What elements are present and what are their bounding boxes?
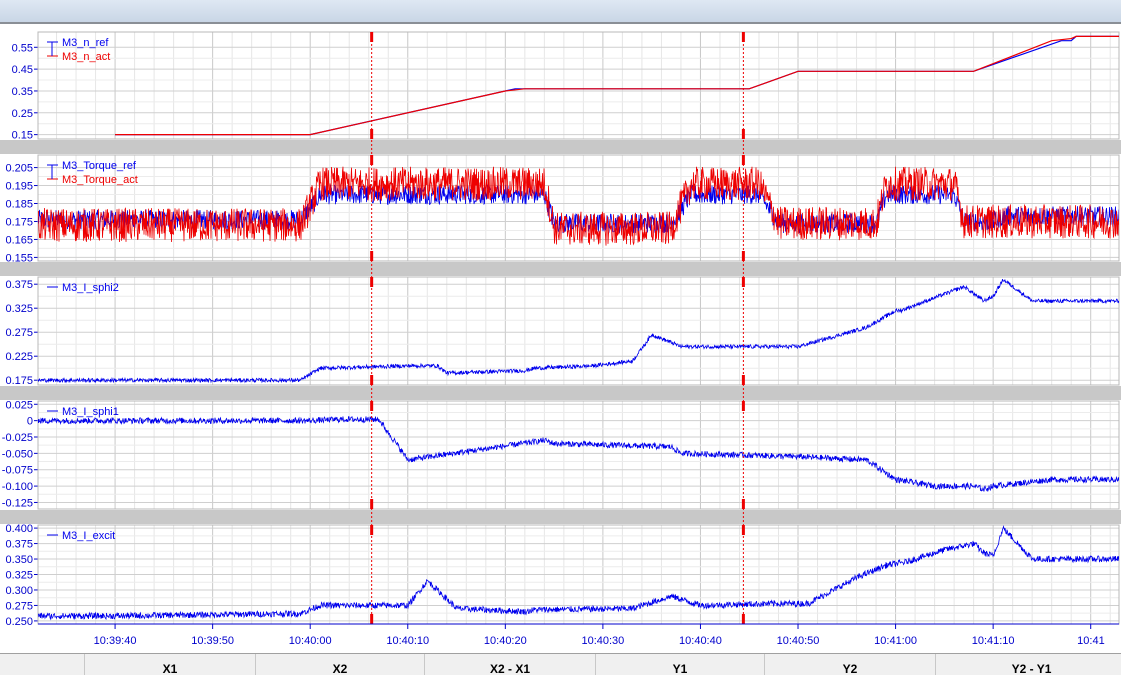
legend-label: M3_n_act (62, 51, 110, 63)
y-tick-label: 0.275 (5, 600, 33, 612)
legend-label: M3_n_ref (62, 37, 109, 49)
chart-background (0, 24, 1121, 652)
multi-panel-trend-chart[interactable]: 0.55 0.45 0.35 0.25 0.15 M3_n_ref M3_n_act 0.20… (0, 24, 1121, 652)
y-tick-label: 0.250 (5, 616, 33, 628)
x-tick-label: 10:40:10 (386, 635, 429, 647)
legend-label: M3_I_sphi1 (62, 406, 119, 418)
y-tick-label: 0.350 (5, 554, 33, 566)
x-tick-label: 10:40:20 (484, 635, 527, 647)
y-tick-label: 0.185 (5, 199, 33, 211)
x-tick-label: 10:41:00 (874, 635, 917, 647)
x-tick-label: 10:41 (1077, 635, 1105, 647)
y-tick-label: 0.225 (5, 351, 33, 363)
y-tick-label: 0.400 (5, 523, 33, 535)
y-tick-label: 0.175 (5, 375, 33, 387)
x-tick-label: 10:40:30 (581, 635, 624, 647)
y-tick-label: 0.300 (5, 585, 33, 597)
y-tick-label: 0.175 (5, 216, 33, 228)
y-tick-label: -0.050 (2, 448, 33, 460)
y-tick-label: -0.100 (2, 481, 33, 493)
window-title-bar (0, 0, 1121, 24)
legend-label: M3_Torque_act (62, 174, 138, 186)
status-cell-y2[interactable]: Y2 (765, 654, 936, 675)
x-tick-label: 10:40:00 (289, 635, 332, 647)
panel-separator (0, 262, 1121, 276)
y-tick-label: 0.195 (5, 181, 33, 193)
y-tick-label: 0.45 (12, 64, 33, 76)
y-tick-label: 0.025 (5, 399, 33, 411)
y-tick-label: 0.165 (5, 234, 33, 246)
cursor-readout-bar: X1 X2 X2 - X1 Y1 Y2 Y2 - Y1 (0, 653, 1121, 675)
y-tick-label: 0.155 (5, 252, 33, 264)
y-tick-label: 0.325 (5, 570, 33, 582)
panel-separator (0, 140, 1121, 154)
y-tick-label: 0.15 (12, 130, 33, 142)
y-tick-label: -0.075 (2, 465, 33, 477)
y-tick-label: -0.025 (2, 432, 33, 444)
status-cell-x1[interactable]: X1 (85, 654, 256, 675)
y-tick-label: 0.35 (12, 86, 33, 98)
status-cell-x2-minus-x1[interactable]: X2 - X1 (425, 654, 596, 675)
x-tick-label: 10:40:50 (777, 635, 820, 647)
status-cell-blank (0, 654, 85, 675)
legend-label: M3_Torque_ref (62, 160, 137, 172)
panel-separator (0, 510, 1121, 524)
status-cell-y1[interactable]: Y1 (596, 654, 765, 675)
x-tick-label: 10:39:40 (94, 635, 137, 647)
y-tick-label: -0.125 (2, 497, 33, 509)
legend-label: M3_I_sphi2 (62, 282, 119, 294)
x-tick-label: 10:41:10 (972, 635, 1015, 647)
status-cell-y2-minus-y1[interactable]: Y2 - Y1 (936, 654, 1121, 675)
y-tick-label: 0.375 (5, 279, 33, 291)
y-tick-label: 0.205 (5, 163, 33, 175)
y-tick-label: 0.55 (12, 42, 33, 54)
y-tick-label: 0.275 (5, 327, 33, 339)
x-tick-label: 10:40:40 (679, 635, 722, 647)
x-tick-label: 10:39:50 (191, 635, 234, 647)
y-tick-label: 0.25 (12, 108, 33, 120)
panel-separator (0, 386, 1121, 400)
status-cell-x2[interactable]: X2 (256, 654, 425, 675)
legend-label: M3_I_excit (62, 530, 115, 542)
y-tick-label: 0 (27, 416, 33, 428)
y-tick-label: 0.325 (5, 303, 33, 315)
y-tick-label: 0.375 (5, 539, 33, 551)
